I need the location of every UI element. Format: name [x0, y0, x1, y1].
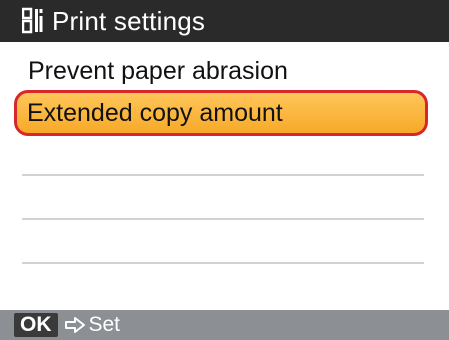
page-title: Print settings: [52, 5, 206, 36]
menu-item-prevent-paper-abrasion[interactable]: Prevent paper abrasion: [22, 50, 424, 92]
title-bar: Print settings: [0, 0, 449, 42]
menu-item-extended-copy-amount[interactable]: Extended copy amount: [14, 90, 428, 136]
menu-item-label: Prevent paper abrasion: [28, 56, 288, 85]
settings-icon: [22, 7, 44, 35]
menu-item-label: Extended copy amount: [27, 98, 283, 127]
ok-button[interactable]: OK: [14, 313, 58, 337]
empty-row-divider: [22, 262, 424, 264]
empty-row-divider: [22, 218, 424, 220]
empty-row-divider: [22, 174, 424, 176]
footer-bar: OK Set: [0, 310, 449, 340]
footer-action-label: Set: [88, 313, 121, 336]
arrow-right-icon: [64, 316, 86, 334]
